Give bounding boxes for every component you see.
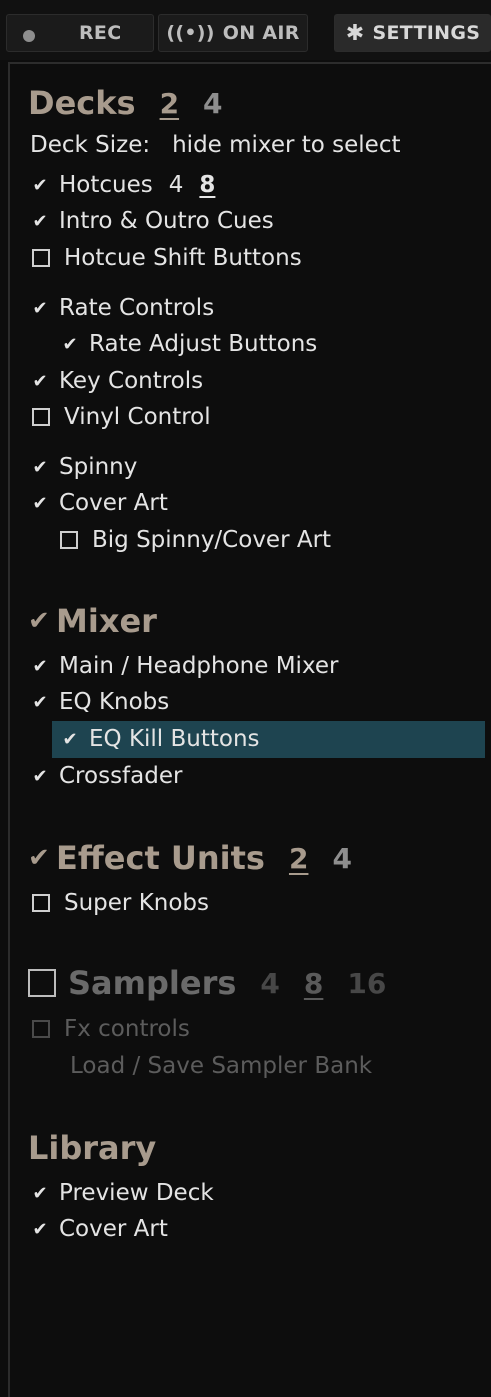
eq-kill-toggle[interactable]: ✔ EQ Kill Buttons (60, 722, 260, 756)
super-knobs-toggle[interactable]: Super Knobs (32, 886, 209, 920)
crossfader-label: Crossfader (59, 763, 183, 789)
checkbox-empty-icon (28, 969, 56, 997)
deck-size-row: Deck Size: hide mixer to select (30, 128, 401, 162)
crossfader-toggle[interactable]: ✔ Crossfader (30, 759, 182, 793)
on-air-button[interactable]: ((•)) ON AIR (158, 14, 308, 52)
check-icon: ✔ (32, 765, 48, 787)
effect-units-count-4[interactable]: 4 (332, 842, 351, 875)
big-spinny-toggle[interactable]: Big Spinny/Cover Art (60, 523, 331, 557)
effect-units-count-2[interactable]: 2 (289, 842, 308, 875)
check-icon: ✔ (32, 174, 48, 196)
decks-title: Decks (28, 84, 136, 122)
check-icon: ✔ (32, 1218, 48, 1240)
check-icon: ✔ (32, 691, 48, 713)
library-header: Library (28, 1125, 156, 1171)
check-icon: ✔ (32, 492, 48, 514)
check-icon: ✔ (32, 655, 48, 677)
deck-size-value: hide mixer to select (172, 132, 401, 158)
cover-art-label: Cover Art (59, 490, 168, 516)
settings-button[interactable]: ✱ SETTINGS (334, 14, 491, 52)
top-toolbar: REC ((•)) ON AIR ✱ SETTINGS (0, 0, 491, 60)
samplers-count-8[interactable]: 8 (304, 967, 323, 1000)
eq-knobs-label: EQ Knobs (59, 689, 170, 715)
effect-units-title: Effect Units (56, 839, 265, 877)
spinny-toggle[interactable]: ✔ Spinny (30, 450, 137, 484)
rate-controls-label: Rate Controls (59, 295, 215, 321)
vinyl-control-label: Vinyl Control (64, 404, 211, 430)
spinny-label: Spinny (59, 454, 138, 480)
library-title: Library (28, 1129, 157, 1167)
record-dot-icon (23, 30, 35, 42)
hotcues-toggle[interactable]: ✔ Hotcues 4 8 (30, 168, 215, 202)
checkbox-empty-icon (32, 894, 50, 912)
super-knobs-label: Super Knobs (64, 890, 210, 916)
hotcues-option-4[interactable]: 4 (169, 172, 184, 198)
decks-count-4[interactable]: 4 (203, 87, 222, 120)
main-headphone-toggle[interactable]: ✔ Main / Headphone Mixer (30, 649, 338, 683)
samplers-count-16[interactable]: 16 (347, 967, 386, 1000)
mixer-header[interactable]: ✔ Mixer (28, 598, 157, 644)
settings-label: SETTINGS (372, 22, 481, 44)
hotcue-shift-toggle[interactable]: Hotcue Shift Buttons (32, 241, 302, 275)
key-controls-toggle[interactable]: ✔ Key Controls (30, 364, 203, 398)
intro-outro-toggle[interactable]: ✔ Intro & Outro Cues (30, 204, 274, 238)
hotcue-shift-label: Hotcue Shift Buttons (64, 245, 302, 271)
cover-art-toggle[interactable]: ✔ Cover Art (30, 486, 168, 520)
deck-size-label: Deck Size: (30, 132, 151, 158)
checkbox-empty-icon (60, 531, 78, 549)
main-headphone-label: Main / Headphone Mixer (59, 653, 339, 679)
preview-deck-toggle[interactable]: ✔ Preview Deck (30, 1176, 214, 1210)
rec-button[interactable]: REC (6, 14, 154, 52)
gear-icon: ✱ (345, 20, 365, 46)
check-icon: ✔ (32, 456, 48, 478)
check-icon: ✔ (32, 370, 48, 392)
hotcues-option-8[interactable]: 8 (199, 172, 215, 198)
vinyl-control-toggle[interactable]: Vinyl Control (32, 400, 211, 434)
samplers-count-4[interactable]: 4 (260, 967, 279, 1000)
load-save-label: Load / Save Sampler Bank (70, 1053, 373, 1079)
settings-panel: Decks 2 4 Deck Size: hide mixer to selec… (8, 62, 491, 1397)
rate-adjust-label: Rate Adjust Buttons (89, 331, 318, 357)
intro-outro-label: Intro & Outro Cues (59, 208, 274, 234)
check-icon: ✔ (28, 843, 50, 873)
check-icon: ✔ (32, 210, 48, 232)
check-icon: ✔ (28, 606, 50, 636)
library-cover-art-toggle[interactable]: ✔ Cover Art (30, 1212, 168, 1246)
checkbox-empty-icon (32, 1020, 50, 1038)
checkbox-empty-icon (32, 249, 50, 267)
big-spinny-label: Big Spinny/Cover Art (92, 527, 332, 553)
eq-kill-label: EQ Kill Buttons (89, 726, 260, 752)
mixer-title: Mixer (56, 602, 157, 640)
samplers-title: Samplers (68, 964, 237, 1002)
fx-controls-toggle[interactable]: Fx controls (32, 1012, 190, 1046)
library-cover-art-label: Cover Art (59, 1216, 168, 1242)
eq-knobs-toggle[interactable]: ✔ EQ Knobs (30, 685, 169, 719)
hotcues-label: Hotcues (59, 172, 153, 198)
broadcast-icon: ((•)) (166, 22, 215, 44)
load-save-sampler-bank[interactable]: Load / Save Sampler Bank (70, 1049, 372, 1083)
check-icon: ✔ (62, 728, 78, 750)
check-icon: ✔ (32, 1182, 48, 1204)
check-icon: ✔ (62, 333, 78, 355)
checkbox-empty-icon (32, 408, 50, 426)
rate-controls-toggle[interactable]: ✔ Rate Controls (30, 291, 214, 325)
rec-label: REC (79, 22, 122, 44)
decks-count-2[interactable]: 2 (160, 87, 179, 120)
key-controls-label: Key Controls (59, 368, 204, 394)
samplers-header[interactable]: Samplers 4 8 16 (28, 960, 386, 1006)
effect-units-header[interactable]: ✔ Effect Units 2 4 (28, 835, 352, 881)
check-icon: ✔ (32, 297, 48, 319)
preview-deck-label: Preview Deck (59, 1180, 214, 1206)
on-air-label: ON AIR (222, 22, 300, 44)
decks-header: Decks 2 4 (28, 80, 223, 126)
fx-controls-label: Fx controls (64, 1016, 190, 1042)
rate-adjust-toggle[interactable]: ✔ Rate Adjust Buttons (60, 327, 317, 361)
